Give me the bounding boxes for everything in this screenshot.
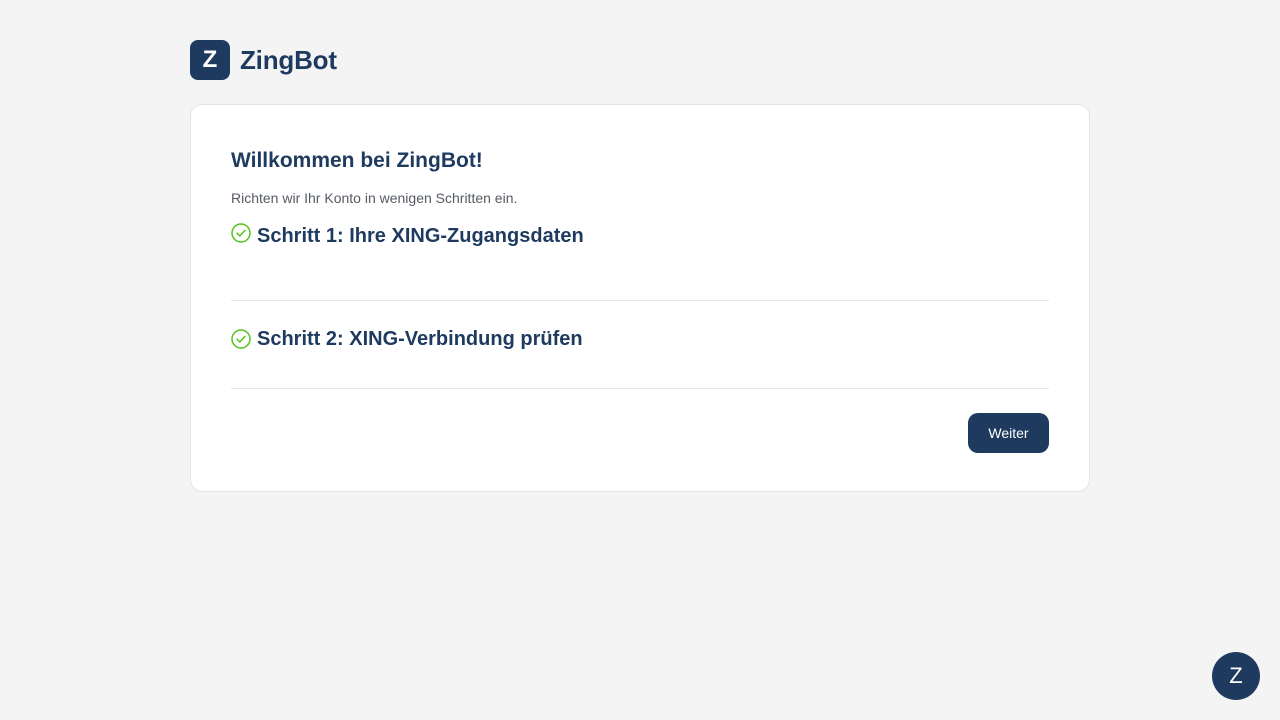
check-circle-icon: [231, 328, 251, 349]
step-2[interactable]: Schritt 2: XING-Verbindung prüfen: [231, 301, 1049, 389]
step-2-title: Schritt 2: XING-Verbindung prüfen: [257, 327, 583, 350]
chat-launcher-button[interactable]: Z: [1212, 652, 1260, 700]
app-header: Z ZingBot: [190, 40, 337, 80]
logo-icon: Z: [190, 40, 230, 80]
brand-name: ZingBot: [240, 44, 337, 75]
onboarding-card: Willkommen bei ZingBot! Richten wir Ihr …: [190, 104, 1090, 492]
card-actions: Weiter: [231, 413, 1049, 453]
step-1[interactable]: Schritt 1: Ihre XING-Zugangsdaten: [231, 213, 1049, 301]
welcome-title: Willkommen bei ZingBot!: [231, 149, 483, 172]
next-button[interactable]: Weiter: [968, 413, 1049, 453]
welcome-subtitle: Richten wir Ihr Konto in wenigen Schritt…: [231, 190, 518, 206]
step-1-title: Schritt 1: Ihre XING-Zugangsdaten: [257, 225, 584, 247]
check-circle-icon: [231, 223, 251, 243]
